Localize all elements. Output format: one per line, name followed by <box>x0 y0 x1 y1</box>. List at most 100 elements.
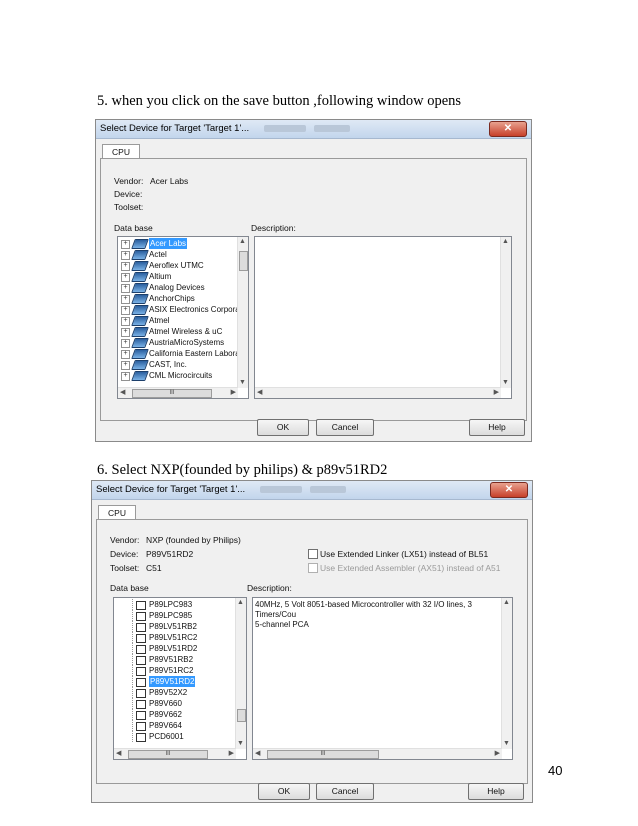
toolset-value: C51 <box>146 563 162 573</box>
scroll-left-arrow-icon[interactable]: ◀ <box>120 388 125 398</box>
scroll-down-arrow-icon[interactable]: ▼ <box>502 378 509 388</box>
device-tree-item[interactable]: P89LV51RB2 <box>114 621 234 632</box>
vendor-tree-item[interactable]: + Atmel <box>118 315 236 326</box>
ok-button[interactable]: OK <box>258 783 310 800</box>
description-box[interactable]: ▲ ▼ ◀ ▶ <box>254 236 512 399</box>
scroll-thumb[interactable] <box>237 709 246 722</box>
expand-icon[interactable]: + <box>121 295 130 304</box>
device-label: Device: <box>110 549 139 559</box>
dialog-title-bar[interactable]: Select Device for Target 'Target 1'... ✕ <box>92 481 532 500</box>
extended-assembler-checkbox[interactable] <box>308 563 318 573</box>
close-button[interactable]: ✕ <box>490 482 528 498</box>
description-box[interactable]: 40MHz, 5 Volt 8051-based Microcontroller… <box>252 597 513 760</box>
vendor-tree-item[interactable]: + Altium <box>118 271 236 282</box>
scroll-right-arrow-icon[interactable]: ▶ <box>231 388 236 398</box>
vendor-tree-item[interactable]: + California Eastern Laborat <box>118 348 242 359</box>
h-scroll-thumb[interactable]: III <box>267 750 379 759</box>
tree-vertical-scrollbar[interactable]: ▲ ▼ <box>235 598 246 749</box>
vendor-tree-item[interactable]: + CML Microcircuits <box>118 370 236 381</box>
scroll-up-arrow-icon[interactable]: ▲ <box>503 598 510 608</box>
tree-vertical-scrollbar[interactable]: ▲ ▼ <box>237 237 248 388</box>
device-tree-item[interactable]: P89V51RB2 <box>114 654 234 665</box>
device-tree-item[interactable]: P89V51RD2 <box>114 676 234 687</box>
device-tree-item[interactable]: P89V52X2 <box>114 687 234 698</box>
expand-icon[interactable]: + <box>121 306 130 315</box>
device-tree-item[interactable]: P89LV51RC2 <box>114 632 234 643</box>
vendor-name: CML Microcircuits <box>149 371 213 380</box>
device-tree-item[interactable]: P89V660 <box>114 698 234 709</box>
tab-cpu[interactable]: CPU <box>102 144 140 159</box>
scroll-down-arrow-icon[interactable]: ▼ <box>239 378 246 388</box>
expand-icon[interactable]: + <box>121 328 130 337</box>
vendor-icon <box>131 349 149 359</box>
expand-icon[interactable]: + <box>121 240 130 249</box>
scroll-down-arrow-icon[interactable]: ▼ <box>503 739 510 749</box>
vendor-tree-item[interactable]: + AnchorChips <box>118 293 236 304</box>
device-tree-item[interactable]: P89V664 <box>114 720 234 731</box>
description-horizontal-scrollbar[interactable]: ◀ ▶ <box>255 387 501 398</box>
device-tree-item[interactable]: P89LPC985 <box>114 610 234 621</box>
scroll-up-arrow-icon[interactable]: ▲ <box>502 237 509 247</box>
vendor-tree-item[interactable]: + AustriaMicroSystems <box>118 337 236 348</box>
vendor-label: Vendor: <box>110 535 140 545</box>
scroll-up-arrow-icon[interactable]: ▲ <box>239 237 246 247</box>
device-tree[interactable]: P89LPC983 P89LPC985 P89LV51RB2 P89LV51RC2 P8… <box>113 597 247 760</box>
scroll-right-arrow-icon[interactable]: ▶ <box>494 388 499 398</box>
vendor-tree-item[interactable]: + ASIX Electronics Corporat <box>118 304 242 315</box>
description-label: Description: <box>251 223 296 233</box>
expand-icon[interactable]: + <box>121 273 130 282</box>
vendor-tree-item[interactable]: + Analog Devices <box>118 282 236 293</box>
vendor-tree-item[interactable]: + Aeroflex UTMC <box>118 260 236 271</box>
scroll-left-arrow-icon[interactable]: ◀ <box>116 749 121 759</box>
expand-icon[interactable]: + <box>121 339 130 348</box>
expand-icon[interactable]: + <box>121 251 130 260</box>
cpu-panel: Vendor: Acer Labs Device: Toolset: Data … <box>100 158 527 421</box>
chip-icon <box>136 612 146 621</box>
device-tree-item[interactable]: P89V662 <box>114 709 234 720</box>
expand-icon[interactable]: + <box>121 372 130 381</box>
expand-icon[interactable]: + <box>121 317 130 326</box>
expand-icon[interactable]: + <box>121 361 130 370</box>
scroll-right-arrow-icon[interactable]: ▶ <box>229 749 234 759</box>
scroll-thumb[interactable] <box>239 251 248 271</box>
device-tree-item[interactable]: PCD6001 <box>114 731 234 742</box>
scroll-left-arrow-icon[interactable]: ◀ <box>255 749 260 759</box>
device-tree-item[interactable]: P89LV51RD2 <box>114 643 234 654</box>
vendor-icon <box>131 239 149 249</box>
tree-horizontal-scrollbar[interactable]: ◀ III ▶ <box>114 748 236 759</box>
cancel-button[interactable]: Cancel <box>316 419 374 436</box>
vendor-tree-item[interactable]: + Acer Labs <box>118 238 236 249</box>
dialog-title-bar[interactable]: Select Device for Target 'Target 1'... ✕ <box>96 120 531 139</box>
h-scroll-thumb[interactable]: III <box>128 750 208 759</box>
vendor-tree-item[interactable]: + CAST, Inc. <box>118 359 236 370</box>
description-horizontal-scrollbar[interactable]: ◀ III ▶ <box>253 748 502 759</box>
vendor-name: AustriaMicroSystems <box>149 338 225 347</box>
extended-linker-checkbox[interactable] <box>308 549 318 559</box>
expand-icon[interactable]: + <box>121 350 130 359</box>
vendor-tree-item[interactable]: + Atmel Wireless & uC <box>118 326 236 337</box>
tab-cpu[interactable]: CPU <box>98 505 136 520</box>
device-tree-item[interactable]: P89LPC983 <box>114 599 234 610</box>
device-tree-item[interactable]: P89V51RC2 <box>114 665 234 676</box>
scroll-left-arrow-icon[interactable]: ◀ <box>257 388 262 398</box>
h-scroll-thumb[interactable]: III <box>132 389 212 398</box>
tree-horizontal-scrollbar[interactable]: ◀ III ▶ <box>118 387 238 398</box>
description-vertical-scrollbar[interactable]: ▲ ▼ <box>500 237 511 388</box>
device-name: PCD6001 <box>149 732 184 741</box>
scroll-up-arrow-icon[interactable]: ▲ <box>237 598 244 608</box>
scroll-down-arrow-icon[interactable]: ▼ <box>237 739 244 749</box>
cancel-button[interactable]: Cancel <box>316 783 374 800</box>
expand-icon[interactable]: + <box>121 284 130 293</box>
chip-icon <box>136 722 146 731</box>
expand-icon[interactable]: + <box>121 262 130 271</box>
ok-button[interactable]: OK <box>257 419 309 436</box>
scroll-right-arrow-icon[interactable]: ▶ <box>495 749 500 759</box>
vendor-tree-item[interactable]: + Actel <box>118 249 236 260</box>
chip-icon <box>136 623 146 632</box>
help-button[interactable]: Help <box>468 783 524 800</box>
help-button[interactable]: Help <box>469 419 525 436</box>
tree-guide-line <box>132 676 134 687</box>
close-button[interactable]: ✕ <box>489 121 527 137</box>
description-vertical-scrollbar[interactable]: ▲ ▼ <box>501 598 512 749</box>
vendor-tree[interactable]: + Acer Labs + Actel + Aeroflex UTMC + Altium + An… <box>117 236 249 399</box>
